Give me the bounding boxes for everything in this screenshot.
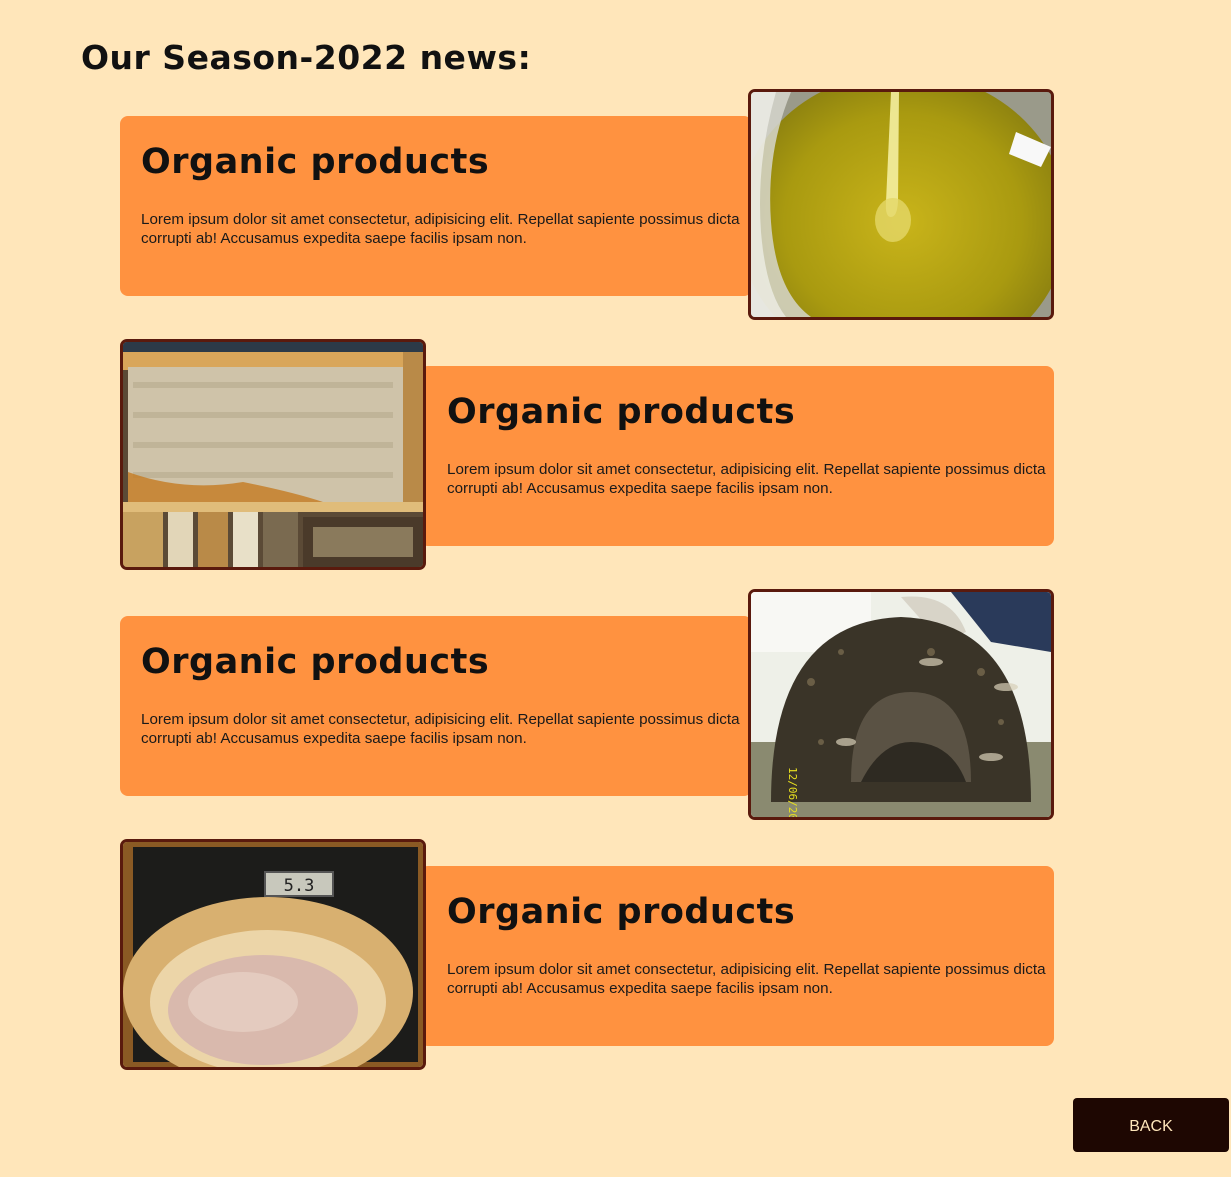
swarm-date-stamp: 12/06/2010 <box>786 767 799 817</box>
news-card-3: Organic products Lorem ipsum dolor sit a… <box>120 616 752 796</box>
news-card-heading: Organic products <box>141 142 490 182</box>
page-title: Our Season-2022 news: <box>81 38 532 77</box>
news-card-1: Organic products Lorem ipsum dolor sit a… <box>120 116 752 296</box>
honeycomb-frame-photo <box>120 339 426 570</box>
news-card-heading: Organic products <box>447 392 796 432</box>
honey-on-scale-photo: 5.3 <box>120 839 426 1070</box>
news-card-4: Organic products Lorem ipsum dolor sit a… <box>420 866 1054 1046</box>
back-button[interactable]: BACK <box>1073 1098 1229 1152</box>
news-card-text: Lorem ipsum dolor sit amet consectetur, … <box>447 461 1046 497</box>
news-card-2: Organic products Lorem ipsum dolor sit a… <box>420 366 1054 546</box>
news-card-heading: Organic products <box>141 642 490 682</box>
news-card-text: Lorem ipsum dolor sit amet consectetur, … <box>447 961 1046 997</box>
honey-pouring-photo <box>748 89 1054 320</box>
news-card-heading: Organic products <box>447 892 796 932</box>
scale-display-reading: 5.3 <box>284 876 315 896</box>
news-card-text: Lorem ipsum dolor sit amet consectetur, … <box>141 211 740 247</box>
news-card-text: Lorem ipsum dolor sit amet consectetur, … <box>141 711 740 747</box>
bee-swarm-photo: 12/06/2010 <box>748 589 1054 820</box>
